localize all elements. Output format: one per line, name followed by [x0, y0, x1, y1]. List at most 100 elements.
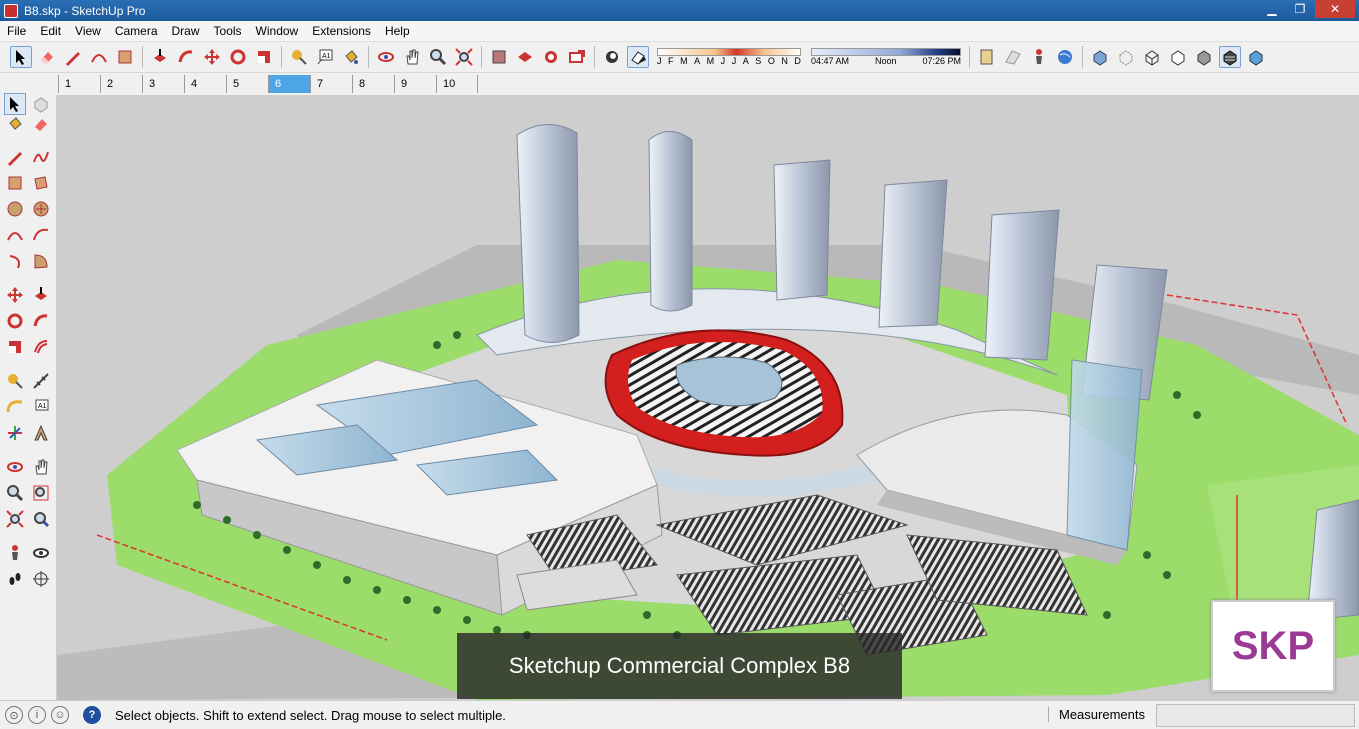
geo-location-icon[interactable]: ⊙: [5, 706, 23, 724]
scene-tab-7[interactable]: 7: [310, 75, 352, 93]
eraser-tool[interactable]: [30, 113, 52, 135]
walk-tool[interactable]: [4, 568, 26, 590]
follow-me-button[interactable]: [175, 46, 197, 68]
monochrome-button[interactable]: [1245, 46, 1267, 68]
section-plane-button[interactable]: [976, 46, 998, 68]
xray-style-button[interactable]: [1089, 46, 1111, 68]
pan-button[interactable]: [401, 46, 423, 68]
shaded-button[interactable]: [1193, 46, 1215, 68]
zoom-tool[interactable]: [4, 482, 26, 504]
arc-tool-button[interactable]: [88, 46, 110, 68]
rectangle-tool-button[interactable]: [114, 46, 136, 68]
line-tool[interactable]: [4, 146, 26, 168]
zoom-extents-tool[interactable]: [4, 508, 26, 530]
position-camera-tool[interactable]: [4, 542, 26, 564]
menu-edit[interactable]: Edit: [33, 24, 68, 38]
tape-measure-tool[interactable]: [4, 370, 26, 392]
rotate-tool-button[interactable]: [227, 46, 249, 68]
paint-bucket-button[interactable]: [340, 46, 362, 68]
move-tool[interactable]: [4, 284, 26, 306]
follow-me-tool[interactable]: [30, 310, 52, 332]
back-edges-button[interactable]: [1115, 46, 1137, 68]
month-slider-track[interactable]: [657, 48, 801, 56]
menu-file[interactable]: File: [0, 24, 33, 38]
look-around-tool[interactable]: [30, 542, 52, 564]
warehouse-button[interactable]: [488, 46, 510, 68]
orbit-tool[interactable]: [4, 456, 26, 478]
display-shadows-button[interactable]: [627, 46, 649, 68]
zoom-button[interactable]: [427, 46, 449, 68]
scene-tab-5[interactable]: 5: [226, 75, 268, 93]
make-component-tool[interactable]: [30, 93, 52, 115]
position-camera-button[interactable]: [1028, 46, 1050, 68]
shadow-time-slider[interactable]: 04:47 AM Noon 07:26 PM: [811, 48, 961, 66]
restore-button[interactable]: ❐: [1287, 0, 1313, 18]
push-pull-tool[interactable]: [30, 284, 52, 306]
shadow-settings-button[interactable]: [601, 46, 623, 68]
axes-tool[interactable]: [4, 422, 26, 444]
two-point-arc-tool[interactable]: [30, 224, 52, 246]
offset-tool[interactable]: [30, 336, 52, 358]
zoom-window-tool[interactable]: [30, 482, 52, 504]
select-tool[interactable]: [4, 93, 26, 115]
menu-draw[interactable]: Draw: [165, 24, 207, 38]
scene-tab-10[interactable]: 10: [436, 75, 478, 93]
credits-icon[interactable]: i: [28, 706, 46, 724]
menu-camera[interactable]: Camera: [108, 24, 165, 38]
3d-text-tool[interactable]: [30, 422, 52, 444]
geo-location-button[interactable]: [1054, 46, 1076, 68]
model-viewport[interactable]: Sketchup Commercial Complex B8 SKP: [57, 95, 1359, 700]
display-section-planes-button[interactable]: [1002, 46, 1024, 68]
three-point-arc-tool[interactable]: [4, 250, 26, 272]
hidden-line-button[interactable]: [1167, 46, 1189, 68]
minimize-button[interactable]: ▁: [1259, 0, 1285, 18]
extension-warehouse-button[interactable]: [566, 46, 588, 68]
pan-tool[interactable]: [30, 456, 52, 478]
freehand-tool[interactable]: [30, 146, 52, 168]
wireframe-button[interactable]: [1141, 46, 1163, 68]
rotate-tool[interactable]: [4, 310, 26, 332]
text-tool-button[interactable]: A1: [314, 46, 336, 68]
scene-tab-3[interactable]: 3: [142, 75, 184, 93]
share-model-button[interactable]: [514, 46, 536, 68]
scale-tool[interactable]: [4, 336, 26, 358]
help-icon[interactable]: ?: [83, 706, 101, 724]
orbit-button[interactable]: [375, 46, 397, 68]
previous-view-tool[interactable]: [30, 508, 52, 530]
menu-extensions[interactable]: Extensions: [305, 24, 378, 38]
pie-tool[interactable]: [30, 250, 52, 272]
eraser-button[interactable]: [36, 46, 58, 68]
shaded-with-textures-button[interactable]: [1219, 46, 1241, 68]
dimension-tool[interactable]: [30, 370, 52, 392]
scene-tab-9[interactable]: 9: [394, 75, 436, 93]
menu-view[interactable]: View: [68, 24, 108, 38]
protractor-tool[interactable]: [4, 396, 26, 418]
polygon-tool[interactable]: [30, 198, 52, 220]
scene-tab-2[interactable]: 2: [100, 75, 142, 93]
scene-tab-8[interactable]: 8: [352, 75, 394, 93]
close-button[interactable]: ✕: [1315, 0, 1355, 18]
paint-bucket-tool[interactable]: [4, 113, 26, 135]
share-component-button[interactable]: [540, 46, 562, 68]
menu-window[interactable]: Window: [249, 24, 306, 38]
select-tool-button[interactable]: [10, 46, 32, 68]
line-tool-button[interactable]: [62, 46, 84, 68]
user-account-icon[interactable]: ☺: [51, 706, 69, 724]
arc-tool[interactable]: [4, 224, 26, 246]
menu-tools[interactable]: Tools: [207, 24, 249, 38]
move-tool-button[interactable]: [201, 46, 223, 68]
tape-measure-button[interactable]: [288, 46, 310, 68]
rectangle-tool[interactable]: [4, 172, 26, 194]
scene-tab-1[interactable]: 1: [58, 75, 100, 93]
time-slider-track[interactable]: [811, 48, 961, 56]
zoom-extents-button[interactable]: [453, 46, 475, 68]
circle-tool[interactable]: [4, 198, 26, 220]
rotated-rectangle-tool[interactable]: [30, 172, 52, 194]
scene-tab-6[interactable]: 6: [268, 75, 310, 93]
section-plane-tool[interactable]: [30, 568, 52, 590]
menu-help[interactable]: Help: [378, 24, 417, 38]
shadow-month-slider[interactable]: J F M A M J J A S O N D: [657, 48, 801, 66]
scale-tool-button[interactable]: [253, 46, 275, 68]
push-pull-button[interactable]: [149, 46, 171, 68]
scene-tab-4[interactable]: 4: [184, 75, 226, 93]
